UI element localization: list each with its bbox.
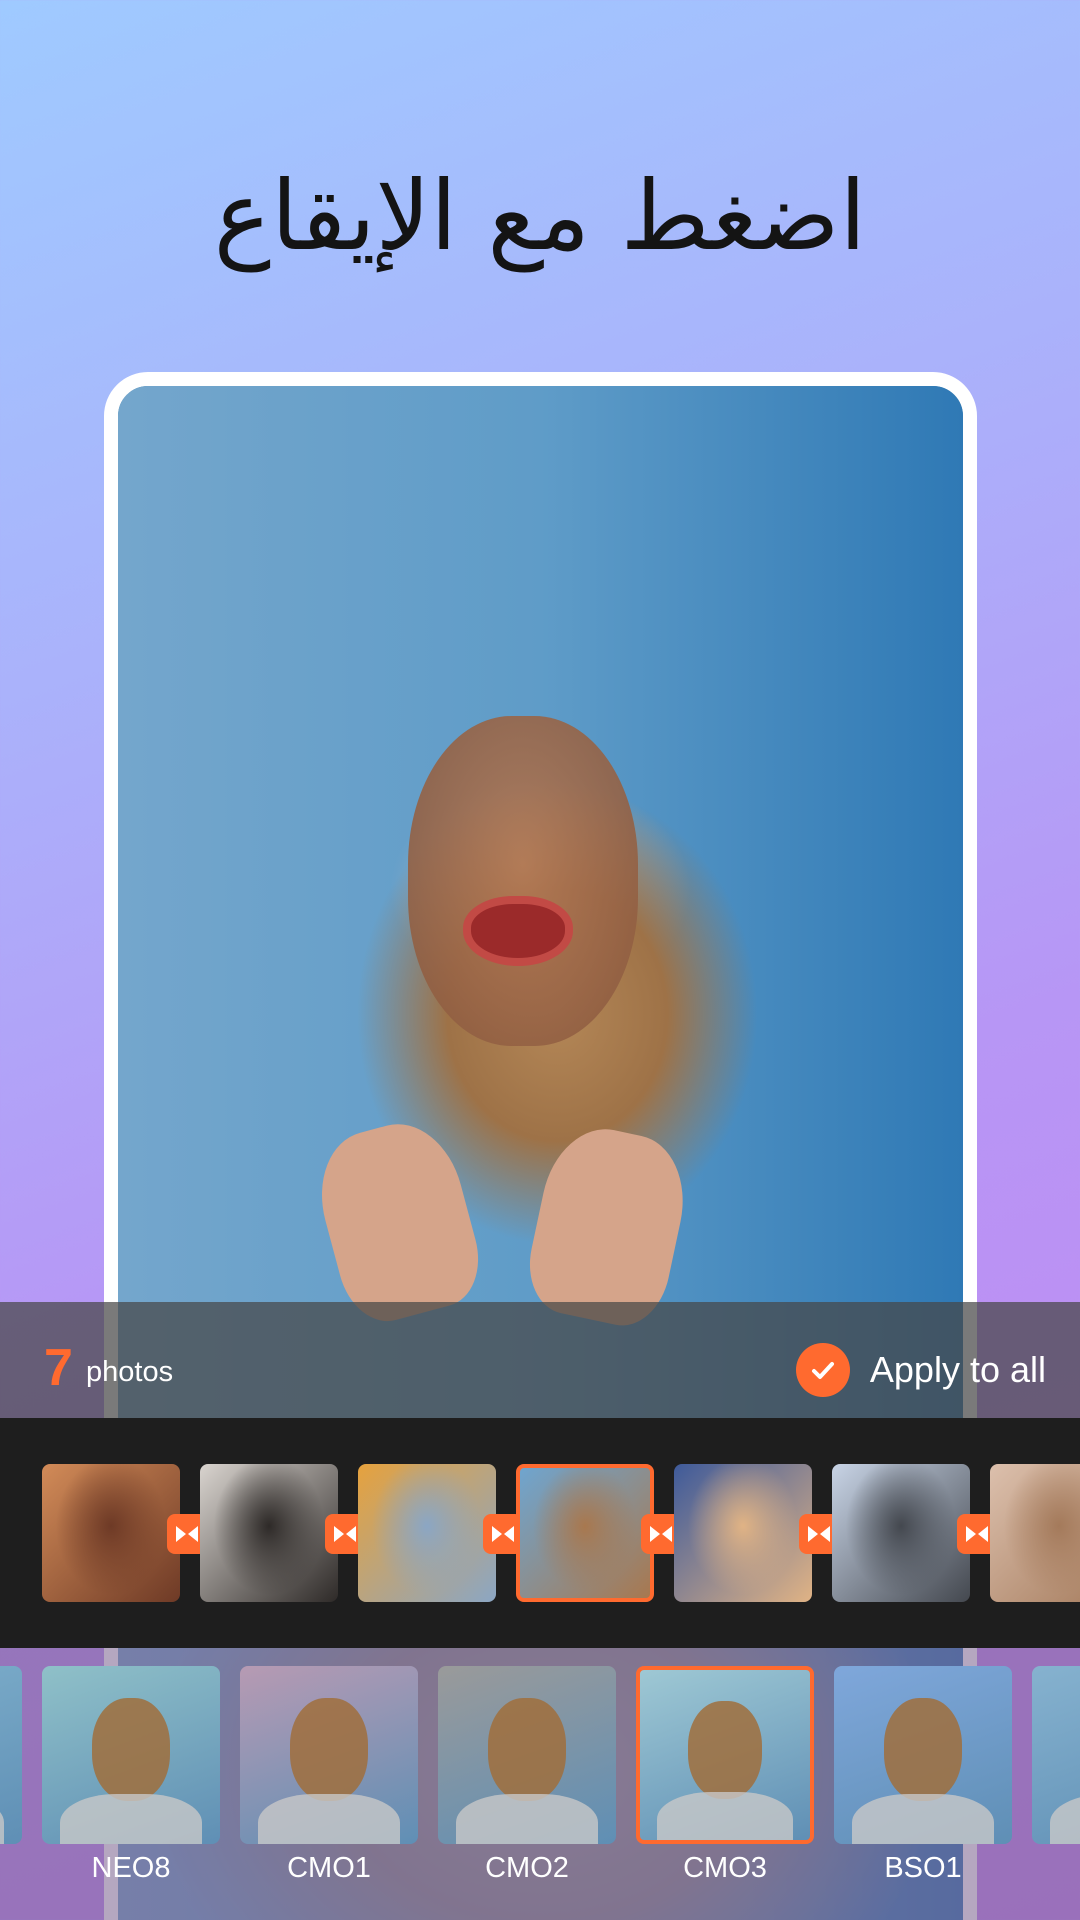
timeline-clip[interactable] bbox=[832, 1464, 970, 1602]
filter-preview bbox=[42, 1666, 220, 1844]
timeline-clip[interactable] bbox=[358, 1464, 496, 1602]
photo-count: 7 bbox=[44, 1339, 73, 1397]
apply-to-all-label: Apply to all bbox=[869, 1349, 1046, 1390]
timeline-clip[interactable] bbox=[674, 1464, 812, 1602]
filter-option[interactable] bbox=[0, 1666, 22, 1852]
filter-preview bbox=[834, 1666, 1012, 1844]
photo-hand-left bbox=[305, 1111, 491, 1331]
photo-face bbox=[408, 716, 638, 1046]
filter-label: CMO3 bbox=[683, 1852, 767, 1884]
checkmark-icon bbox=[795, 1343, 850, 1397]
filter-label: BSO1 bbox=[884, 1852, 962, 1884]
filter-option[interactable]: B bbox=[1032, 1666, 1080, 1885]
filter-preview bbox=[0, 1666, 22, 1844]
photo-mouth bbox=[463, 896, 573, 966]
filter-preview bbox=[240, 1666, 418, 1844]
photo-count-label: photos bbox=[86, 1356, 174, 1388]
filter-option[interactable]: CMO2 bbox=[438, 1666, 616, 1885]
filter-label: NEO8 bbox=[91, 1852, 171, 1884]
apply-to-all-toggle[interactable]: Apply to all bbox=[795, 1342, 1046, 1398]
clip-timeline[interactable] bbox=[0, 1418, 1080, 1648]
filter-label: CMO1 bbox=[287, 1852, 371, 1884]
timeline-clip[interactable] bbox=[516, 1464, 654, 1602]
filter-option[interactable]: BSO1 bbox=[834, 1666, 1012, 1885]
filter-strip[interactable]: NEO8 CMO1 CMO2 CMO3 BSO1 B bbox=[0, 1648, 1080, 1920]
filter-option[interactable]: NEO8 bbox=[42, 1666, 220, 1885]
filter-preview bbox=[1032, 1666, 1080, 1844]
info-bar: 7 photos Apply to all bbox=[0, 1302, 1080, 1418]
timeline-clip[interactable] bbox=[42, 1464, 180, 1602]
timeline-clip[interactable] bbox=[990, 1464, 1080, 1602]
filter-preview bbox=[438, 1666, 616, 1844]
filter-option[interactable]: CMO1 bbox=[240, 1666, 418, 1885]
filter-label: B bbox=[1032, 1852, 1080, 1885]
filter-option[interactable]: CMO3 bbox=[636, 1666, 814, 1885]
filter-preview bbox=[636, 1666, 814, 1844]
timeline-clip[interactable] bbox=[200, 1464, 338, 1602]
headline: اضغط مع الإيقاع bbox=[213, 160, 867, 272]
filter-label: CMO2 bbox=[485, 1852, 569, 1884]
